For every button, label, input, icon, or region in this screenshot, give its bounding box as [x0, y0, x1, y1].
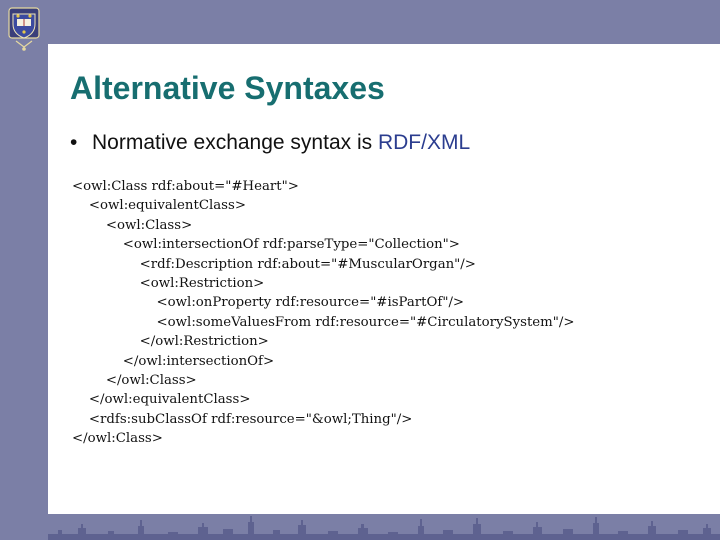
university-crest-icon	[8, 7, 40, 51]
code-line: <owl:onProperty rdf:resource="#isPartOf"…	[72, 295, 465, 311]
code-line: </owl:Restriction>	[72, 334, 269, 350]
code-line: </owl:equivalentClass>	[72, 392, 251, 408]
code-line: <rdfs:subClassOf rdf:resource="&owl;Thin…	[72, 411, 413, 427]
bullet-highlight: RDF/XML	[377, 131, 471, 154]
code-line: <owl:intersectionOf rdf:parseType="Colle…	[72, 237, 460, 253]
bullet-text: Normative exchange syntax is	[92, 131, 378, 154]
code-line: <owl:Restriction>	[72, 275, 265, 291]
code-line: <owl:equivalentClass>	[72, 198, 246, 214]
code-line: </owl:Class>	[72, 372, 197, 388]
code-line: </owl:Class>	[72, 431, 163, 447]
bullet-item: • Normative exchange syntax is RDF/XML	[70, 131, 470, 155]
left-sidebar	[0, 0, 48, 540]
city-skyline-silhouette	[48, 516, 720, 540]
code-line: <owl:Class>	[72, 217, 193, 233]
bullet-marker: •	[70, 131, 78, 154]
rdf-xml-code-block: <owl:Class rdf:about="#Heart"> <owl:equi…	[72, 177, 575, 448]
code-line: <owl:Class rdf:about="#Heart">	[72, 179, 299, 194]
code-line: <rdf:Description rdf:about="#MuscularOrg…	[72, 256, 476, 272]
slide-title: Alternative Syntaxes	[70, 70, 385, 106]
code-line: </owl:intersectionOf>	[72, 353, 275, 369]
top-bar	[0, 0, 720, 44]
code-line: <owl:someValuesFrom rdf:resource="#Circu…	[72, 314, 575, 330]
